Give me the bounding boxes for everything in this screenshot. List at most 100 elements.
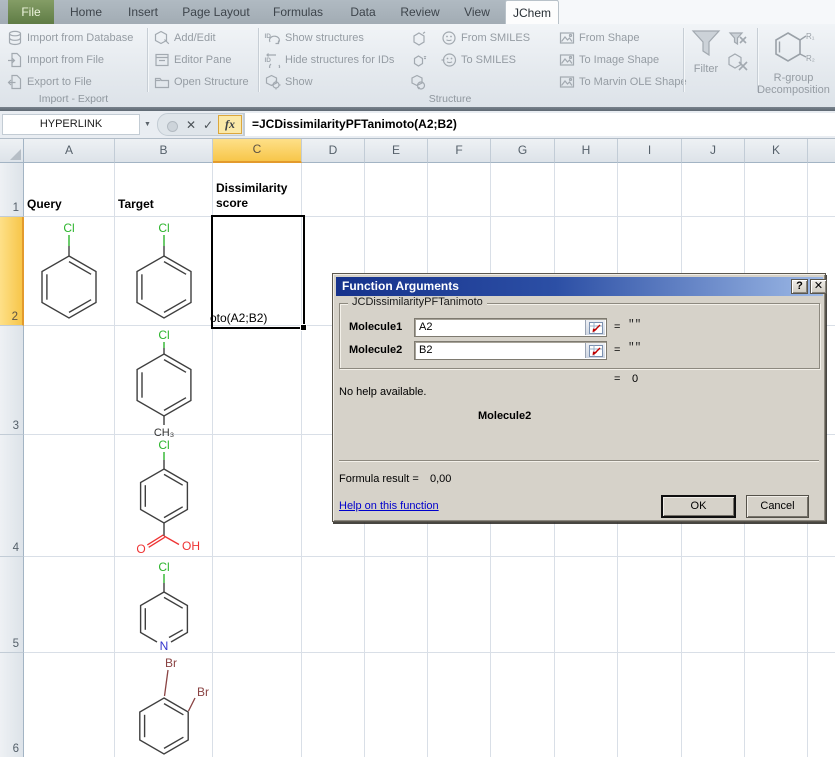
ribbon-button-from-shape[interactable]: From Shape — [558, 29, 640, 47]
name-box[interactable]: HYPERLINK — [2, 114, 140, 135]
clear-structure-filter-icon[interactable] — [727, 52, 749, 72]
column-header-c[interactable]: C — [213, 139, 302, 163]
structure-4-chlorobenzoic-acid-b4[interactable]: Cl O OH — [119, 437, 209, 555]
molecule1-input[interactable]: A2 — [414, 318, 607, 337]
column-header-j[interactable]: J — [682, 139, 745, 163]
tab-jchem[interactable]: JChem — [505, 0, 559, 24]
active-cell-c2[interactable]: oto(A2;B2) — [211, 215, 305, 329]
help-on-function-link[interactable]: Help on this function — [339, 500, 439, 512]
ribbon-button-label: Filter — [694, 63, 718, 75]
row-header-5[interactable]: 5 — [0, 557, 24, 653]
insert-function-icon[interactable]: fx — [218, 115, 242, 134]
structure-chlorobenzene-b2[interactable]: Cl — [119, 219, 209, 325]
row-header-1[interactable]: 1 — [0, 163, 24, 217]
column-header-b[interactable]: B — [115, 139, 213, 163]
column-header-i[interactable]: I — [618, 139, 682, 163]
cell-c1[interactable]: Dissimilarity score — [216, 181, 300, 211]
tab-formulas[interactable]: Formulas — [261, 0, 335, 24]
ribbon-button-label: Show structures — [285, 32, 364, 44]
ribbon-button-show[interactable]: Show — [264, 73, 313, 91]
open-structure-icon — [153, 74, 170, 91]
tab-review[interactable]: Review — [391, 0, 449, 24]
ribbon-button-label: Import from Database — [27, 32, 133, 44]
formula-bar-buttons: ✕ ✓ fx — [157, 113, 244, 136]
to-smiles-icon — [440, 52, 457, 69]
molecule2-equals: = — [614, 344, 620, 356]
range-selector-icon[interactable] — [585, 320, 605, 335]
active-argument-name: Molecule2 — [478, 410, 531, 422]
ribbon-group-label-import-export: Import - Export — [0, 93, 147, 106]
structure-refresh-icon[interactable] — [410, 74, 427, 91]
column-header-d[interactable]: D — [302, 139, 365, 163]
cell-a1[interactable]: Query — [27, 197, 62, 211]
column-header-k[interactable]: K — [745, 139, 808, 163]
cell-b1[interactable]: Target — [118, 197, 154, 211]
structure-4-chloropyridine-b5[interactable]: Cl N — [119, 559, 209, 653]
ok-button[interactable]: OK — [661, 495, 736, 518]
column-header-f[interactable]: F — [428, 139, 491, 163]
row-header-2[interactable]: 2 — [0, 217, 24, 326]
confirm-entry-icon[interactable]: ✓ — [200, 117, 216, 133]
cancel-button[interactable]: Cancel — [746, 495, 809, 518]
svg-text:Br: Br — [165, 656, 177, 670]
ribbon-button-from-smiles[interactable]: From SMILES — [440, 29, 530, 47]
ribbon-button-label: Editor Pane — [174, 54, 231, 66]
formula-input[interactable]: =JCDissimilarityPFTanimoto(A2;B2) — [244, 113, 835, 136]
molecule2-result: "" — [628, 342, 641, 354]
svg-text:Br: Br — [197, 685, 209, 699]
column-header-g[interactable]: G — [491, 139, 555, 163]
ribbon-button-to-marvin-ole-shape[interactable]: To Marvin OLE Shape — [558, 73, 687, 91]
clear-filter-icon[interactable] — [728, 30, 748, 47]
tab-insert[interactable]: Insert — [115, 0, 171, 24]
column-header-h[interactable]: H — [555, 139, 618, 163]
molecule1-value: A2 — [419, 321, 432, 333]
cell-c2-editing-text: oto(A2;B2) — [210, 311, 267, 325]
filter-funnel-icon — [690, 28, 722, 60]
tab-file[interactable]: File — [8, 0, 54, 24]
molecule2-label: Molecule2 — [349, 344, 402, 356]
tab-home[interactable]: Home — [57, 0, 115, 24]
tab-view[interactable]: View — [449, 0, 505, 24]
tab-data[interactable]: Data — [335, 0, 391, 24]
database-icon — [6, 30, 23, 47]
tab-page-layout[interactable]: Page Layout — [171, 0, 261, 24]
column-header-a[interactable]: A — [24, 139, 115, 163]
row-header-3[interactable]: 3 — [0, 326, 24, 435]
formula-result-label: Formula result = — [339, 473, 419, 485]
structure-options-icon[interactable] — [410, 52, 427, 69]
ribbon-group-separator — [147, 28, 148, 92]
range-selector-icon[interactable] — [585, 343, 605, 358]
ribbon-button-to-image-shape[interactable]: To Image Shape — [558, 51, 659, 69]
ribbon-button-import-from-file[interactable]: Import from File — [6, 51, 104, 69]
ribbon-button-show-structures[interactable]: ID Show structures — [264, 29, 364, 47]
ribbon-button-import-from-database[interactable]: Import from Database — [6, 29, 133, 47]
column-header-e[interactable]: E — [365, 139, 428, 163]
ribbon-button-filter[interactable]: Filter — [686, 28, 726, 75]
function-group-label: JCDissimilarityPFTanimoto — [348, 296, 487, 308]
dialog-help-button[interactable]: ? — [791, 279, 808, 294]
ribbon-button-r-group-decomposition[interactable]: R₁R₂ R-group Decomposition — [752, 26, 835, 96]
structure-4-chlorotoluene-b3[interactable]: Cl CH₃ — [119, 328, 209, 438]
ribbon-button-add-edit[interactable]: Add/Edit — [153, 29, 216, 47]
select-all-corner[interactable] — [0, 139, 24, 163]
structure-dibromobenzene-b6[interactable]: Br Br — [119, 654, 211, 757]
structure-convert-icon[interactable] — [410, 30, 427, 47]
name-box-dropdown-icon[interactable]: ▼ — [140, 114, 155, 135]
ribbon-button-hide-structures-for-ids[interactable]: ID Hide structures for IDs — [264, 51, 394, 69]
ribbon-button-export-to-file[interactable]: Export to File — [6, 73, 92, 91]
ribbon-button-editor-pane[interactable]: Editor Pane — [153, 51, 231, 69]
row-header-6[interactable]: 6 — [0, 653, 24, 757]
fill-handle[interactable] — [300, 324, 307, 331]
dialog-title-bar[interactable]: Function Arguments — [336, 277, 823, 296]
structure-chlorobenzene-a2[interactable]: Cl — [24, 219, 114, 325]
cancel-entry-icon[interactable]: ✕ — [183, 117, 199, 133]
row-header-4[interactable]: 4 — [0, 435, 24, 557]
gridline — [24, 556, 835, 557]
molecule2-input[interactable]: B2 — [414, 341, 607, 360]
ribbon-button-to-smiles[interactable]: To SMILES — [440, 51, 516, 69]
dialog-close-button[interactable]: ✕ — [810, 279, 827, 294]
to-image-shape-icon — [558, 52, 575, 69]
ribbon-button-open-structure[interactable]: Open Structure — [153, 73, 249, 91]
ribbon-button-label: To Image Shape — [579, 54, 659, 66]
molecule1-result: "" — [628, 319, 641, 331]
